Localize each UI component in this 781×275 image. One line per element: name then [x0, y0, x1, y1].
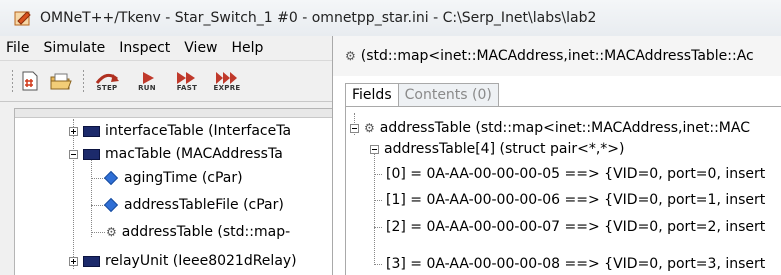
map-icon: ⚙ — [364, 121, 375, 135]
tree-item-mac-table[interactable]: macTable (MACAddressTa — [69, 143, 283, 165]
module-icon — [83, 148, 100, 160]
tree-guide — [91, 157, 92, 237]
tree-item-label: agingTime (cPar) — [124, 170, 243, 186]
step-label: STEP — [96, 84, 118, 92]
map-icon: ⚙ — [345, 49, 356, 63]
tab-contents[interactable]: Contents (0) — [398, 83, 499, 106]
fast-button[interactable]: FAST — [170, 66, 204, 96]
tree-item-address-table-file[interactable]: addressTableFile (cPar) — [103, 194, 284, 216]
tree-guide — [374, 153, 375, 265]
new-document-icon[interactable] — [19, 70, 41, 92]
fields-tree[interactable]: ⚙ addressTable (std::map<inet::MACAddres… — [345, 107, 781, 275]
field-entry[interactable]: [2] = 0A-AA-00-00-00-07 ==> {VID=0, port… — [386, 216, 765, 238]
inspector-tabs: Fields Contents (0) — [345, 80, 499, 106]
menu-inspect[interactable]: Inspect — [119, 40, 170, 56]
tree-item-label: addressTableFile (cPar) — [124, 197, 284, 213]
menu-file[interactable]: File — [6, 40, 29, 56]
tree-guide — [374, 174, 382, 175]
collapse-toggle[interactable] — [370, 144, 379, 154]
inspector-header: ⚙ (std::map<inet::MACAddress,inet::MACAd… — [333, 36, 781, 76]
field-label: [2] = 0A-AA-00-00-00-07 ==> {VID=0, port… — [386, 219, 766, 235]
run-button[interactable]: RUN — [130, 66, 164, 96]
tree-item-label: relayUnit (Ieee8021dRelay) — [105, 253, 297, 269]
toolbar-separator — [83, 70, 84, 92]
map-icon: ⚙ — [106, 225, 117, 239]
module-icon — [83, 255, 100, 267]
menu-simulate[interactable]: Simulate — [43, 40, 105, 56]
window-titlebar: OMNeT++/Tkenv - Star_Switch_1 #0 - omnet… — [0, 0, 781, 37]
field-label: [1] = 0A-AA-00-00-00-06 ==> {VID=0, port… — [386, 192, 766, 208]
expand-toggle[interactable] — [69, 256, 78, 266]
tree-guide — [374, 264, 382, 265]
field-entry[interactable]: [3] = 0A-AA-00-00-00-08 ==> {VID=0, port… — [386, 253, 765, 275]
tree-item-relay-unit[interactable]: relayUnit (Ieee8021dRelay) — [69, 250, 297, 272]
window-title: OMNeT++/Tkenv - Star_Switch_1 #0 - omnet… — [40, 10, 597, 26]
field-entry[interactable]: [1] = 0A-AA-00-00-00-06 ==> {VID=0, port… — [386, 189, 765, 211]
field-label: [3] = 0A-AA-00-00-00-08 ==> {VID=0, port… — [386, 256, 766, 272]
open-folder-icon[interactable] — [49, 70, 73, 92]
object-tree[interactable]: interfaceTable (InterfaceTa macTable (MA… — [14, 108, 332, 275]
tree-item-label: interfaceTable (InterfaceTa — [105, 123, 292, 139]
express-label: EXPRE — [213, 84, 241, 92]
field-label: addressTable[4] (struct pair<*,*>) — [384, 141, 625, 157]
app-icon — [14, 11, 31, 26]
collapse-toggle[interactable] — [350, 123, 359, 133]
menu-view[interactable]: View — [184, 40, 217, 56]
tree-item-label: addressTable (std::map- — [121, 224, 291, 240]
tree-guide — [374, 200, 382, 201]
tree-header-strip — [15, 109, 332, 118]
field-label: addressTable (std::map<inet::MACAddress,… — [379, 120, 750, 136]
field-entry[interactable]: [0] = 0A-AA-00-00-00-05 ==> {VID=0, port… — [386, 163, 765, 185]
run-label: RUN — [138, 84, 156, 92]
field-label: [0] = 0A-AA-00-00-00-05 ==> {VID=0, port… — [386, 166, 766, 182]
tree-item-label: macTable (MACAddressTa — [105, 146, 283, 162]
menu-bar: File Simulate Inspect View Help — [0, 36, 332, 60]
tree-guide — [374, 227, 382, 228]
tab-fields[interactable]: Fields — [345, 83, 399, 106]
express-button[interactable]: EXPRE — [210, 66, 244, 96]
main-window-pane: File Simulate Inspect View Help STEP RUN… — [0, 36, 333, 275]
parameter-icon — [103, 170, 119, 186]
step-button[interactable]: STEP — [90, 66, 124, 96]
parameter-icon — [103, 197, 119, 213]
tree-item-aging-time[interactable]: agingTime (cPar) — [103, 167, 243, 189]
collapse-toggle[interactable] — [69, 149, 78, 159]
fast-label: FAST — [176, 84, 198, 92]
tree-item-interface-table[interactable]: interfaceTable (InterfaceTa — [69, 120, 291, 142]
menu-help[interactable]: Help — [232, 40, 264, 56]
object-inspector: ⚙ (std::map<inet::MACAddress,inet::MACAd… — [333, 36, 781, 275]
toolbar: STEP RUN FAST EXPRE — [0, 60, 332, 102]
tree-item-address-table[interactable]: ⚙ addressTable (std::map- — [106, 221, 290, 243]
inspector-title: (std::map<inet::MACAddress,inet::MACAddr… — [360, 48, 754, 64]
field-root-address-table[interactable]: ⚙ addressTable (std::map<inet::MACAddres… — [350, 117, 750, 139]
expand-toggle[interactable] — [69, 126, 78, 136]
toolbar-grip — [12, 70, 13, 92]
module-icon — [83, 125, 100, 137]
tree-guide — [91, 232, 105, 233]
field-address-table-array[interactable]: addressTable[4] (struct pair<*,*>) — [370, 138, 624, 160]
